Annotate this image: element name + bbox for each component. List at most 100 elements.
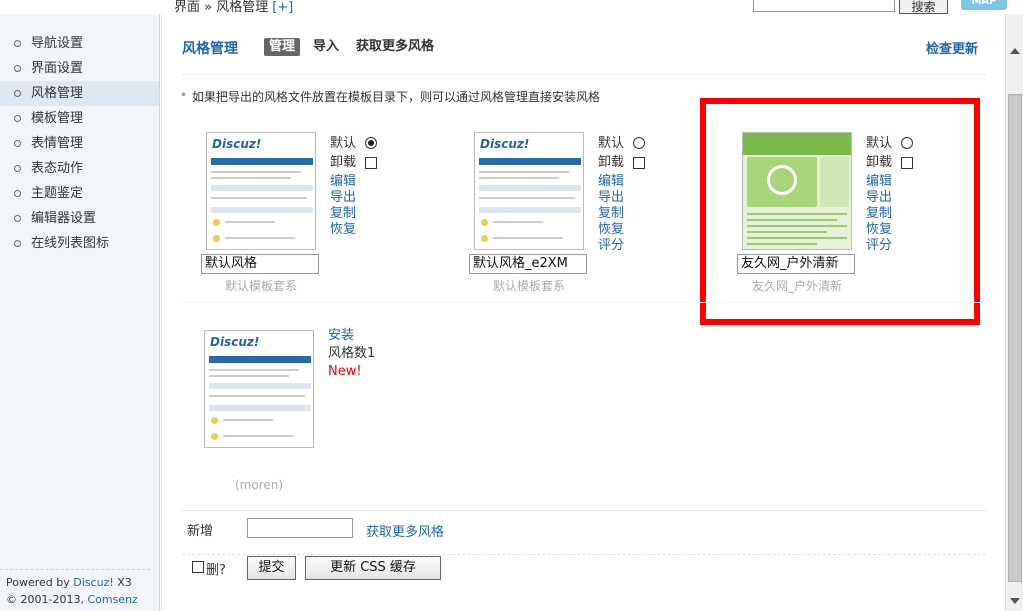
form-divider-dashed	[182, 554, 986, 555]
theme-card-default: Discuz! 默认 卸载 编辑 导出 复制 恢复 默认风格 默认模板套系	[201, 132, 476, 302]
sidebar-item-editor-settings[interactable]: 编辑器设置	[0, 206, 159, 231]
edit-link[interactable]: 编辑	[598, 174, 624, 190]
breadcrumb-add-link[interactable]: [+]	[272, 0, 293, 15]
thumbnail-nav	[211, 158, 313, 165]
thumbnail-line	[223, 435, 293, 437]
check-update-link[interactable]: 检查更新	[926, 38, 978, 57]
thumbnail-dot	[211, 433, 218, 440]
theme-thumbnail[interactable]: Discuz!	[474, 132, 584, 250]
thumbnail-bar	[209, 405, 311, 411]
thumbnail-line	[211, 177, 291, 179]
thumbnail-dot	[481, 235, 488, 242]
sidebar-item-template-management[interactable]: 模板管理	[0, 106, 159, 131]
thumbnail-line	[223, 419, 273, 421]
thumbnail-line	[225, 237, 295, 239]
tab-manage[interactable]: 管理	[264, 38, 301, 56]
theme-name-input[interactable]: 默认风格_e2XM	[469, 254, 587, 274]
copy-link[interactable]: 复制	[330, 206, 356, 222]
map-button[interactable]: MAP	[961, 0, 1007, 10]
edit-link[interactable]: 编辑	[330, 174, 356, 190]
default-label: 默认	[598, 136, 625, 151]
restore-link[interactable]: 恢复	[330, 222, 356, 238]
thumbnail-line	[493, 237, 563, 239]
theme-options: 默认 卸载 编辑 导出 复制 恢复	[330, 136, 377, 238]
form-divider	[182, 510, 986, 511]
thumbnail-bar	[479, 207, 581, 213]
theme-options: 默认 卸载 编辑 导出 复制 恢复 评分	[598, 136, 645, 254]
breadcrumb: 界面 » 风格管理 [+]	[174, 0, 293, 15]
thumbnail-dot	[213, 235, 220, 242]
thumbnail-line	[225, 221, 275, 223]
scroll-down-icon[interactable]	[1010, 598, 1020, 604]
version-text: X3	[113, 576, 132, 589]
main-content: 风格管理 管理 导入 获取更多风格 检查更新 如果把导出的风格文件放置在模板目录…	[161, 14, 1005, 611]
section-divider	[182, 302, 986, 303]
sidebar-item-style-management[interactable]: 风格管理	[0, 81, 159, 106]
powered-by: Powered by Discuz! X3	[6, 574, 159, 591]
sidebar-item-online-list-icons[interactable]: 在线列表图标	[0, 231, 159, 256]
thumbnail-bar	[211, 185, 313, 191]
sidebar-footer: Powered by Discuz! X3 © 2001-2013, Comse…	[0, 569, 159, 611]
powered-by-prefix: Powered by	[6, 576, 74, 589]
thumbnail-logo: Discuz!	[212, 137, 262, 151]
get-more-styles-link[interactable]: 获取更多风格	[366, 521, 444, 540]
sidebar-item-smiley-management[interactable]: 表情管理	[0, 131, 159, 156]
scrollbar[interactable]	[1005, 14, 1023, 611]
sidebar-item-thread-stamps[interactable]: 主题鉴定	[0, 181, 159, 206]
footer-divider	[0, 569, 150, 570]
thumbnail-dot	[211, 417, 218, 424]
rate-link[interactable]: 评分	[598, 238, 624, 254]
discuz-link[interactable]: Discuz!	[73, 576, 113, 589]
uninstall-label: 卸载	[598, 155, 625, 170]
thumbnail-line	[479, 177, 559, 179]
theme-thumbnail[interactable]: Discuz!	[206, 132, 316, 250]
thumbnail-dot	[213, 219, 220, 226]
theme-description: 默认模板套系	[224, 279, 297, 293]
search-input[interactable]	[753, 0, 895, 12]
page-title: 风格管理	[182, 41, 238, 57]
default-label: 默认	[330, 136, 357, 151]
sidebar-item-interface-settings[interactable]: 界面设置	[0, 56, 159, 81]
install-link[interactable]: 安装	[328, 328, 375, 346]
uninstall-checkbox[interactable]	[633, 157, 645, 169]
theme-name-input[interactable]: 默认风格	[201, 254, 319, 274]
red-highlight-box	[700, 98, 980, 325]
tip-text: 如果把导出的风格文件放置在模板目录下，则可以通过风格管理直接安装风格	[180, 88, 600, 105]
thumbnail-line	[479, 197, 575, 199]
restore-link[interactable]: 恢复	[598, 222, 624, 238]
thumbnail-logo: Discuz!	[480, 137, 530, 151]
add-style-input[interactable]	[247, 518, 353, 538]
thumbnail-dot	[481, 219, 488, 226]
sidebar: 导航设置 界面设置 风格管理 模板管理 表情管理 表态动作 主题鉴定 编辑器设置…	[0, 14, 160, 611]
sidebar-menu: 导航设置 界面设置 风格管理 模板管理 表情管理 表态动作 主题鉴定 编辑器设置…	[0, 14, 159, 256]
search-button[interactable]: 搜索	[899, 0, 948, 14]
thumbnail-line	[209, 395, 305, 397]
theme-options: 安装 风格数1 New!	[328, 328, 375, 380]
thumbnail-logo: Discuz!	[210, 335, 260, 349]
export-link[interactable]: 导出	[598, 190, 624, 206]
thumbnail-line	[209, 375, 289, 377]
sidebar-item-click-actions[interactable]: 表态动作	[0, 156, 159, 181]
top-strip: 界面 » 风格管理 [+] 搜索 MAP	[0, 0, 1023, 15]
export-link[interactable]: 导出	[330, 190, 356, 206]
uninstall-checkbox[interactable]	[365, 157, 377, 169]
header-divider	[182, 74, 986, 75]
update-css-cache-button[interactable]: 更新 CSS 缓存	[305, 556, 441, 580]
scrollbar-thumb[interactable]	[1008, 94, 1022, 582]
tab-import[interactable]: 导入	[313, 38, 339, 56]
theme-card-uninstalled-moren: Discuz! 安装 风格数1 New! (moren)	[204, 328, 474, 500]
thumbnail-line	[479, 171, 569, 173]
sidebar-item-nav-settings[interactable]: 导航设置	[0, 31, 159, 56]
submit-button[interactable]: 提交	[247, 556, 296, 580]
add-label: 新增	[187, 524, 214, 539]
default-radio[interactable]	[633, 137, 645, 149]
default-radio[interactable]	[365, 137, 377, 149]
thumbnail-bar	[211, 207, 313, 213]
scroll-up-icon[interactable]	[1010, 48, 1020, 54]
theme-thumbnail[interactable]: Discuz!	[204, 330, 314, 448]
delete-checkbox[interactable]	[192, 561, 204, 573]
thumbnail-line	[209, 369, 299, 371]
copy-link[interactable]: 复制	[598, 206, 624, 222]
new-badge: New!	[328, 364, 362, 379]
tab-get-more-styles[interactable]: 获取更多风格	[356, 38, 434, 56]
